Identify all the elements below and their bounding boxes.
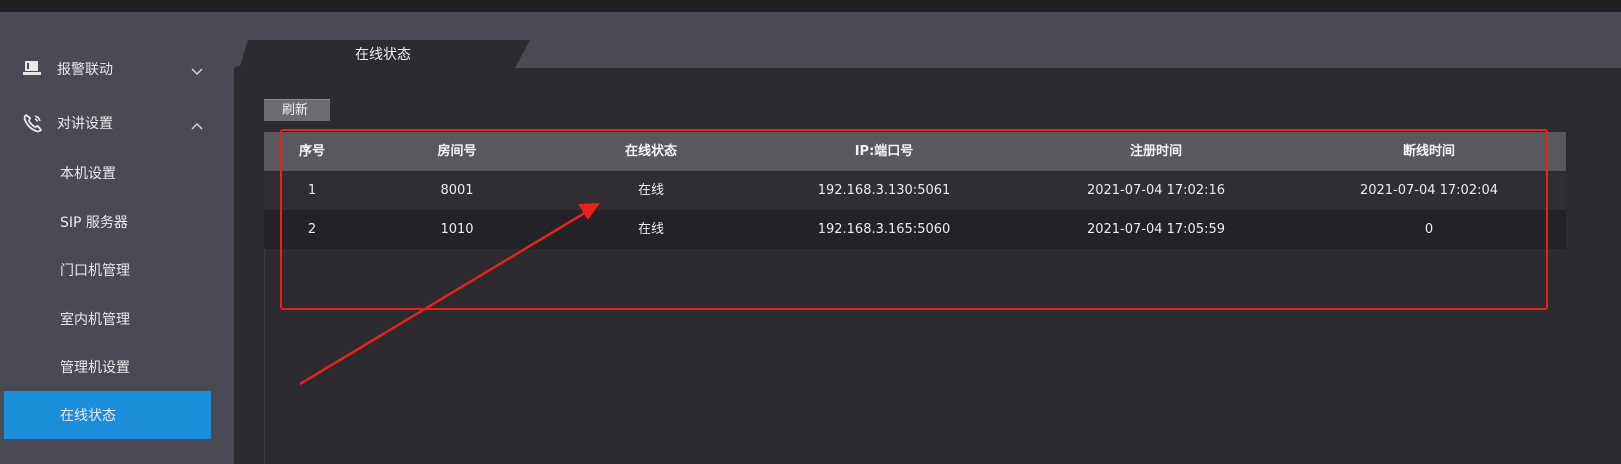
sidebar-item-sip-server[interactable]: SIP 服务器 xyxy=(4,198,211,246)
sidebar-group-alarm-linkage[interactable]: 报警联动 xyxy=(0,45,234,91)
cell-offline-time: 0 xyxy=(1424,222,1434,237)
sidebar-item-indoor-monitor[interactable]: 室内机管理 xyxy=(4,295,211,343)
cell-register-time: 2021-07-04 17:05:59 xyxy=(1086,222,1226,237)
chevron-down-icon xyxy=(191,61,203,75)
table-header: 序号 房间号 在线状态 IP:端口号 注册时间 断线时间 xyxy=(264,132,1566,171)
table-row[interactable]: 2 1010 在线 192.168.3.165:5060 2021-07-04 … xyxy=(264,210,1566,249)
cell-ip-port: 192.168.3.165:5060 xyxy=(817,222,951,237)
refresh-button[interactable]: 刷新 xyxy=(264,99,330,121)
sidebar-group-intercom-settings[interactable]: 对讲设置 xyxy=(0,99,234,145)
cell-ip-port: 192.168.3.130:5061 xyxy=(817,183,951,198)
cell-room: 8001 xyxy=(440,183,474,198)
cell-room: 1010 xyxy=(440,222,474,237)
sidebar-item-master-station[interactable]: 管理机设置 xyxy=(4,343,211,391)
cell-offline-time: 2021-07-04 17:02:04 xyxy=(1359,183,1499,198)
chevron-up-icon xyxy=(191,115,203,130)
content-edge xyxy=(1566,68,1621,464)
sidebar-item-label: 门口机管理 xyxy=(60,263,130,279)
sidebar-item-online-status[interactable]: 在线状态 xyxy=(4,391,211,439)
intercom-device-icon xyxy=(22,58,42,78)
column-header-register-time: 注册时间 xyxy=(1129,144,1182,159)
sidebar-item-label: 本机设置 xyxy=(60,166,116,182)
tab-label: 在线状态 xyxy=(355,47,411,63)
sidebar-item-local-settings[interactable]: 本机设置 xyxy=(4,149,211,197)
sidebar-item-door-station[interactable]: 门口机管理 xyxy=(4,246,211,294)
table-row[interactable]: 1 8001 在线 192.168.3.130:5061 2021-07-04 … xyxy=(264,171,1566,210)
column-header-ip-port: IP:端口号 xyxy=(854,144,914,159)
top-bar xyxy=(0,0,1621,12)
cell-status: 在线 xyxy=(637,183,664,198)
cell-index: 2 xyxy=(307,222,317,237)
sidebar-group-label: 对讲设置 xyxy=(57,116,113,132)
column-header-offline-time: 断线时间 xyxy=(1402,144,1455,159)
phone-call-icon xyxy=(22,112,42,133)
cell-status: 在线 xyxy=(637,222,664,237)
column-header-room: 房间号 xyxy=(437,144,477,159)
column-header-status: 在线状态 xyxy=(624,144,677,159)
sidebar-item-label: SIP 服务器 xyxy=(60,215,128,231)
sidebar-item-label: 管理机设置 xyxy=(60,360,130,376)
sidebar-item-label: 室内机管理 xyxy=(60,312,130,328)
sidebar-group-label: 报警联动 xyxy=(57,62,113,78)
cell-index: 1 xyxy=(307,183,317,198)
column-header-index: 序号 xyxy=(298,144,325,159)
cell-register-time: 2021-07-04 17:02:16 xyxy=(1086,183,1226,198)
sidebar-item-label: 在线状态 xyxy=(60,408,116,424)
